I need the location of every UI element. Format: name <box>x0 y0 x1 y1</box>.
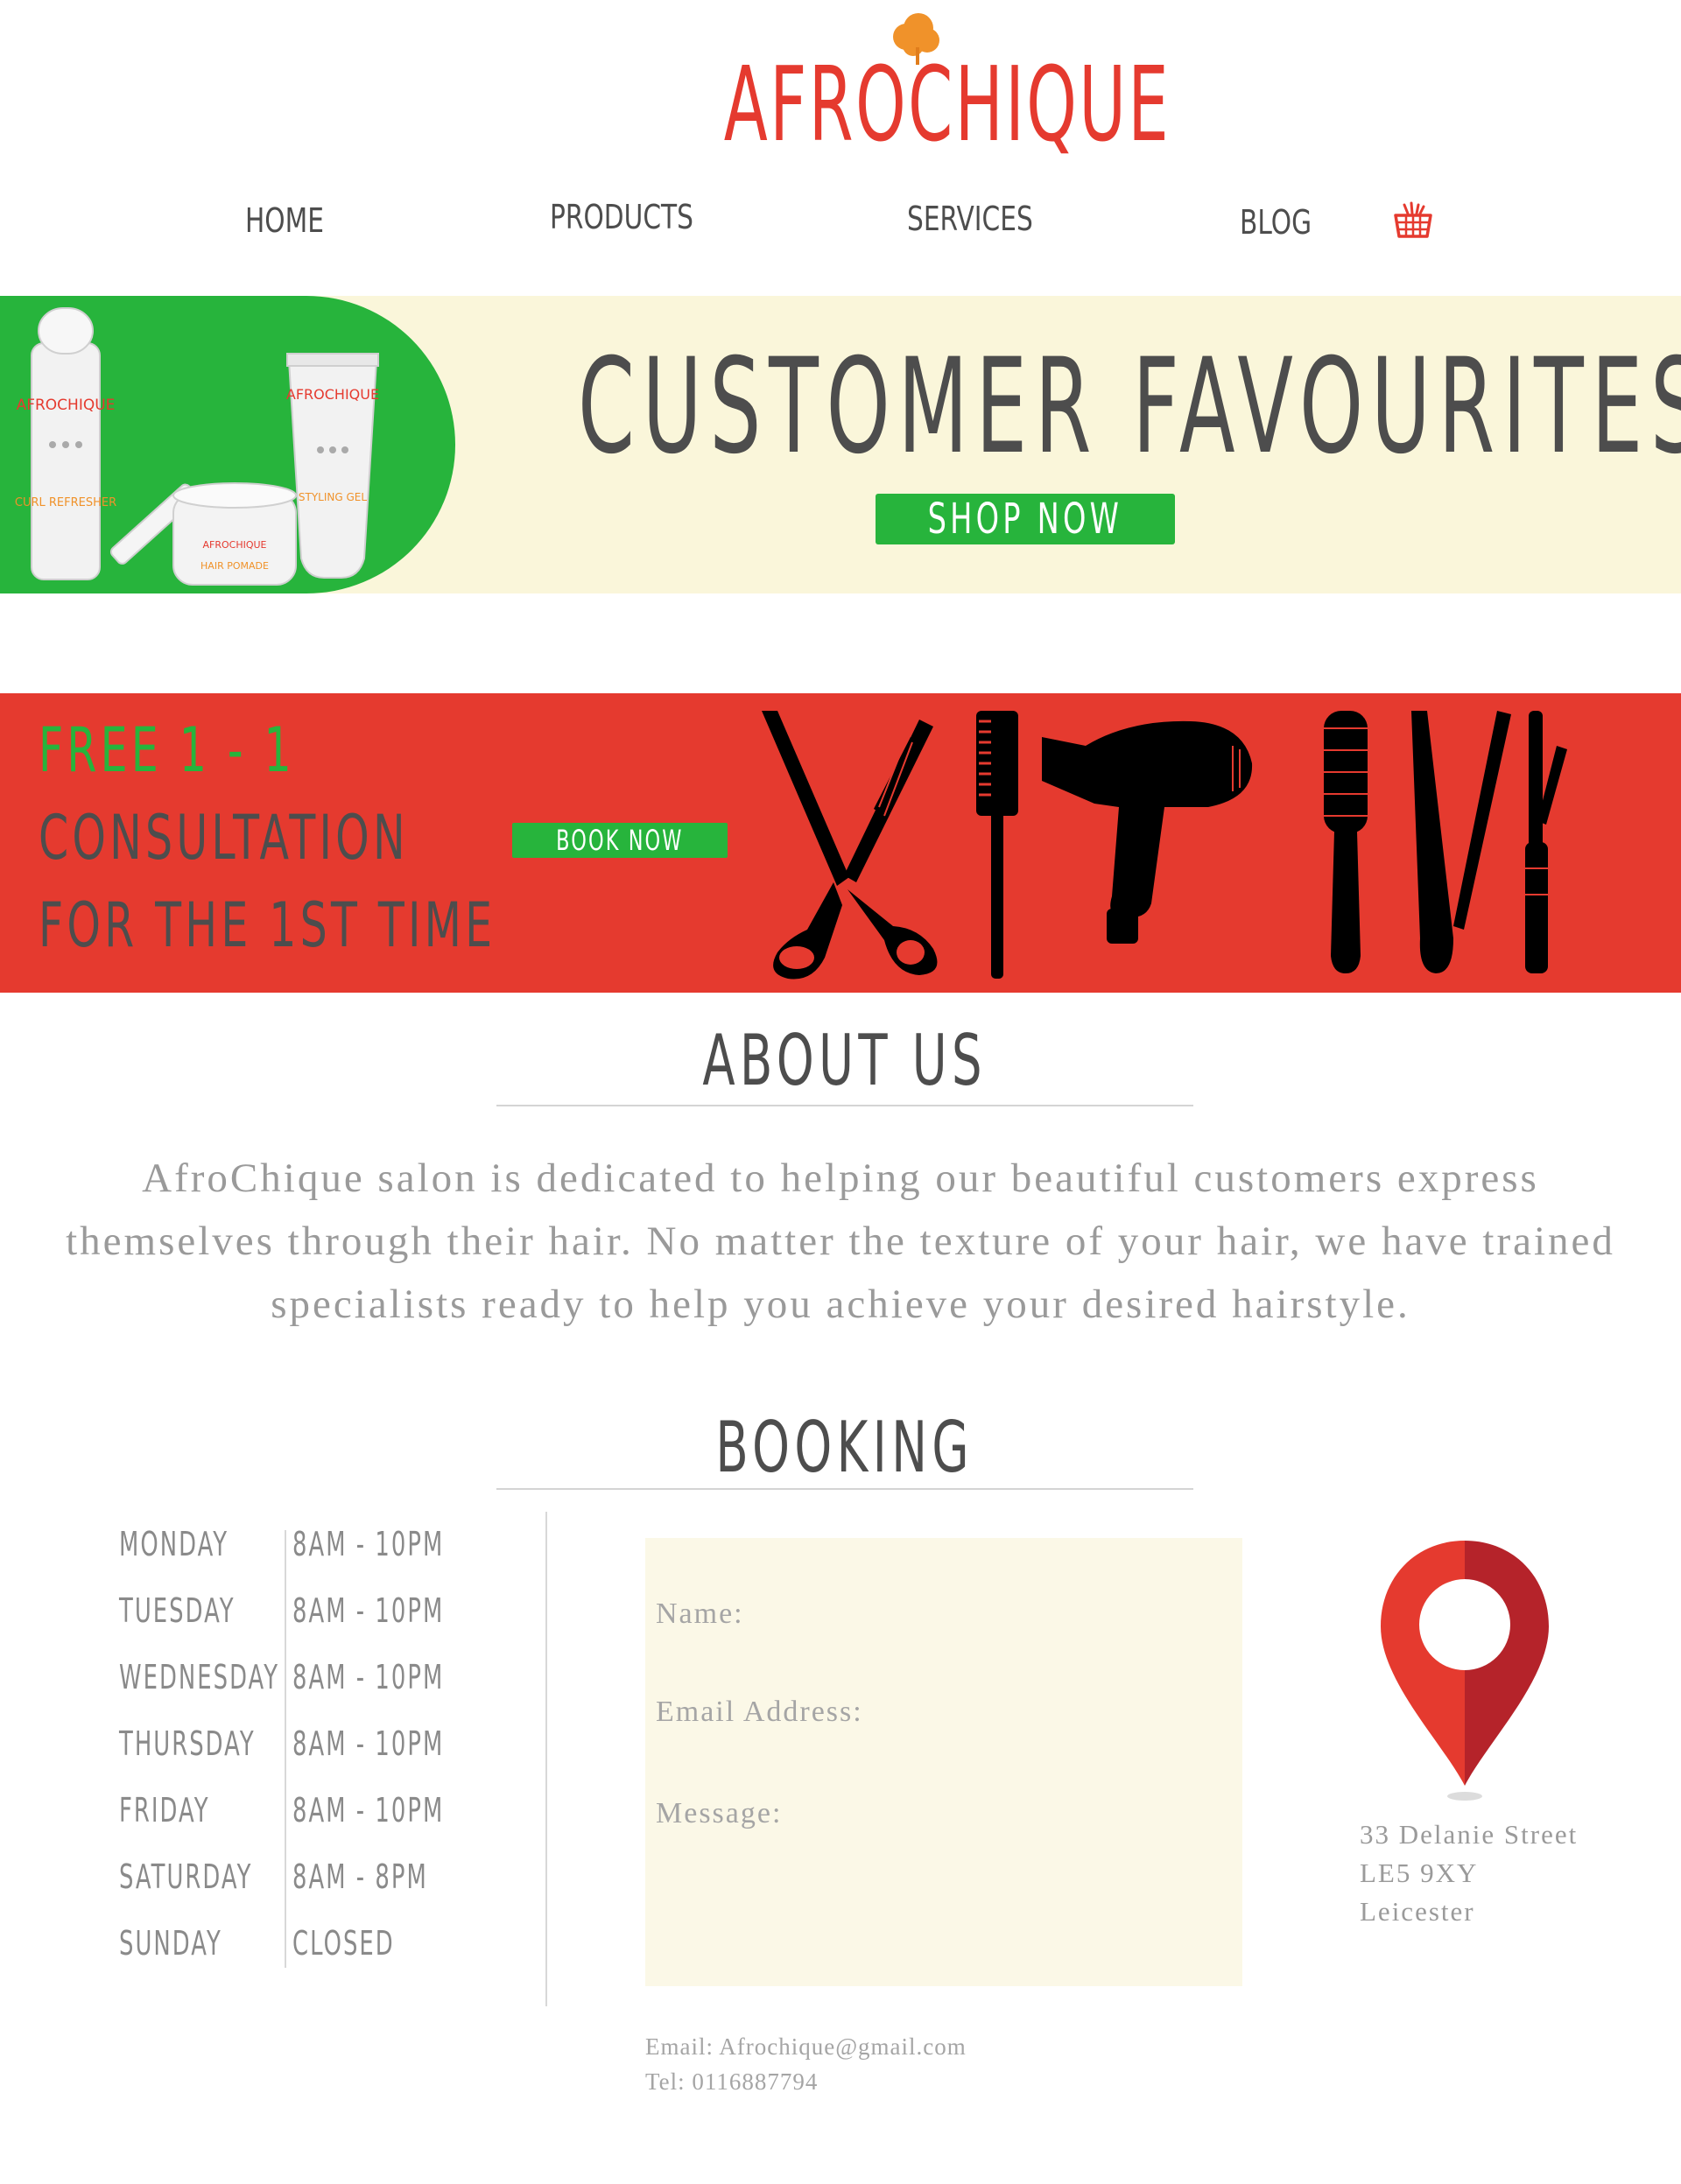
email-label: Email Address: <box>656 1696 863 1728</box>
contact-info: Email: Afrochique@gmail.com Tel: 0116887… <box>645 2029 967 2099</box>
contact-email[interactable]: Email: Afrochique@gmail.com <box>645 2029 967 2064</box>
map-pin-icon[interactable] <box>1381 1541 1549 1803</box>
time-label: 8AM - 10PM <box>292 1591 445 1630</box>
shop-now-label: SHOP NOW <box>927 495 1123 544</box>
time-label: 8AM - 10PM <box>292 1525 445 1563</box>
styling-gel-tube: AFROCHIQUE STYLING GEL <box>286 353 379 579</box>
product-images: AFROCHIQUE CURL REFRESHER AFROCHIQUE HAI… <box>15 307 379 586</box>
email-field[interactable] <box>864 1690 1227 1732</box>
salon-address: 33 Delanie Street LE5 9XY Leicester <box>1360 1815 1578 1931</box>
comb-icon <box>976 711 1018 979</box>
booking-vertical-divider <box>545 1512 547 2006</box>
shopping-basket-icon[interactable] <box>1392 200 1434 242</box>
hours-row: SATURDAY 8AM - 8PM <box>119 1860 469 1913</box>
day-label: FRIDAY <box>119 1791 210 1829</box>
logo-wordmark: AFROCHIQUE <box>723 44 1171 165</box>
time-label: 8AM - 10PM <box>292 1724 445 1763</box>
nav-products[interactable]: PRODUCTS <box>550 198 693 236</box>
curl-refresher-brand: AFROCHIQUE <box>17 397 116 414</box>
about-text: AfroChique salon is dedicated to helping… <box>66 1155 1615 1327</box>
book-now-button[interactable]: BOOK NOW <box>512 823 728 858</box>
consultation-banner: FREE 1 - 1 CONSULTATION FOR THE 1ST TIME… <box>0 693 1681 993</box>
hours-row: SUNDAY CLOSED <box>119 1927 469 1979</box>
hair-pomade-name: HAIR POMADE <box>200 560 269 572</box>
day-label: TUESDAY <box>119 1591 236 1630</box>
customer-favourites-banner: AFROCHIQUE CURL REFRESHER AFROCHIQUE HAI… <box>0 296 1681 593</box>
hours-row: TUESDAY 8AM - 10PM <box>119 1594 469 1647</box>
nav-blog[interactable]: BLOG <box>1240 203 1312 242</box>
hair-pomade-brand: AFROCHIQUE <box>202 539 266 551</box>
site-logo[interactable]: AFROCHIQUE <box>652 9 1171 175</box>
curl-refresher-bottle: AFROCHIQUE CURL REFRESHER <box>15 307 116 580</box>
shop-now-button[interactable]: SHOP NOW <box>876 494 1175 544</box>
scissors-icon <box>762 711 938 980</box>
styling-gel-name: STYLING GEL <box>299 491 367 503</box>
hours-row: FRIDAY 8AM - 10PM <box>119 1794 469 1846</box>
message-field[interactable] <box>785 1792 1227 1970</box>
address-city: Leicester <box>1360 1896 1475 1927</box>
straightener-icon <box>1411 711 1511 973</box>
hours-row: MONDAY 8AM - 10PM <box>119 1527 469 1580</box>
hair-dryer-icon <box>1042 720 1253 944</box>
book-now-label: BOOK NOW <box>556 824 684 857</box>
hours-row: WEDNESDAY 8AM - 10PM <box>119 1661 469 1713</box>
day-label: WEDNESDAY <box>119 1658 280 1696</box>
day-label: SUNDAY <box>119 1924 222 1963</box>
customer-favourites-title: CUSTOMER FAVOURITES <box>578 331 1681 483</box>
hair-pomade-jar: AFROCHIQUE HAIR POMADE <box>109 482 297 586</box>
products-panel: AFROCHIQUE CURL REFRESHER AFROCHIQUE HAI… <box>0 296 455 593</box>
message-label: Message: <box>656 1797 783 1829</box>
booking-divider <box>496 1488 1193 1490</box>
consultation-line3: FOR THE 1ST TIME <box>39 889 496 961</box>
nav-home[interactable]: HOME <box>245 201 324 240</box>
name-label: Name: <box>656 1598 744 1630</box>
hours-row: THURSDAY 8AM - 10PM <box>119 1727 469 1780</box>
curl-refresher-name: CURL REFRESHER <box>15 496 116 509</box>
styling-gel-brand: AFROCHIQUE <box>286 386 379 403</box>
day-label: SATURDAY <box>119 1857 253 1896</box>
about-us-title: ABOUT US <box>702 1020 988 1101</box>
booking-title: BOOKING <box>715 1407 974 1488</box>
hair-tools-illustration <box>762 711 1567 980</box>
time-label: CLOSED <box>292 1924 395 1963</box>
name-field[interactable] <box>803 1592 1227 1634</box>
hours-column-divider <box>285 1530 286 1968</box>
contact-phone[interactable]: Tel: 0116887794 <box>645 2064 967 2099</box>
curling-iron-icon <box>1525 711 1567 973</box>
time-label: 8AM - 8PM <box>292 1857 428 1896</box>
time-label: 8AM - 10PM <box>292 1791 445 1829</box>
time-label: 8AM - 10PM <box>292 1658 445 1696</box>
nav-services[interactable]: SERVICES <box>907 200 1033 238</box>
consultation-line1: FREE 1 - 1 <box>39 714 295 786</box>
about-divider <box>496 1105 1193 1106</box>
day-label: MONDAY <box>119 1525 229 1563</box>
booking-form: Name: Email Address: Message: <box>645 1538 1242 1986</box>
consultation-line2: CONSULTATION <box>39 802 409 874</box>
address-postcode: LE5 9XY <box>1360 1857 1479 1888</box>
day-label: THURSDAY <box>119 1724 256 1763</box>
address-street: 33 Delanie Street <box>1360 1819 1579 1850</box>
round-brush-icon <box>1324 711 1368 973</box>
